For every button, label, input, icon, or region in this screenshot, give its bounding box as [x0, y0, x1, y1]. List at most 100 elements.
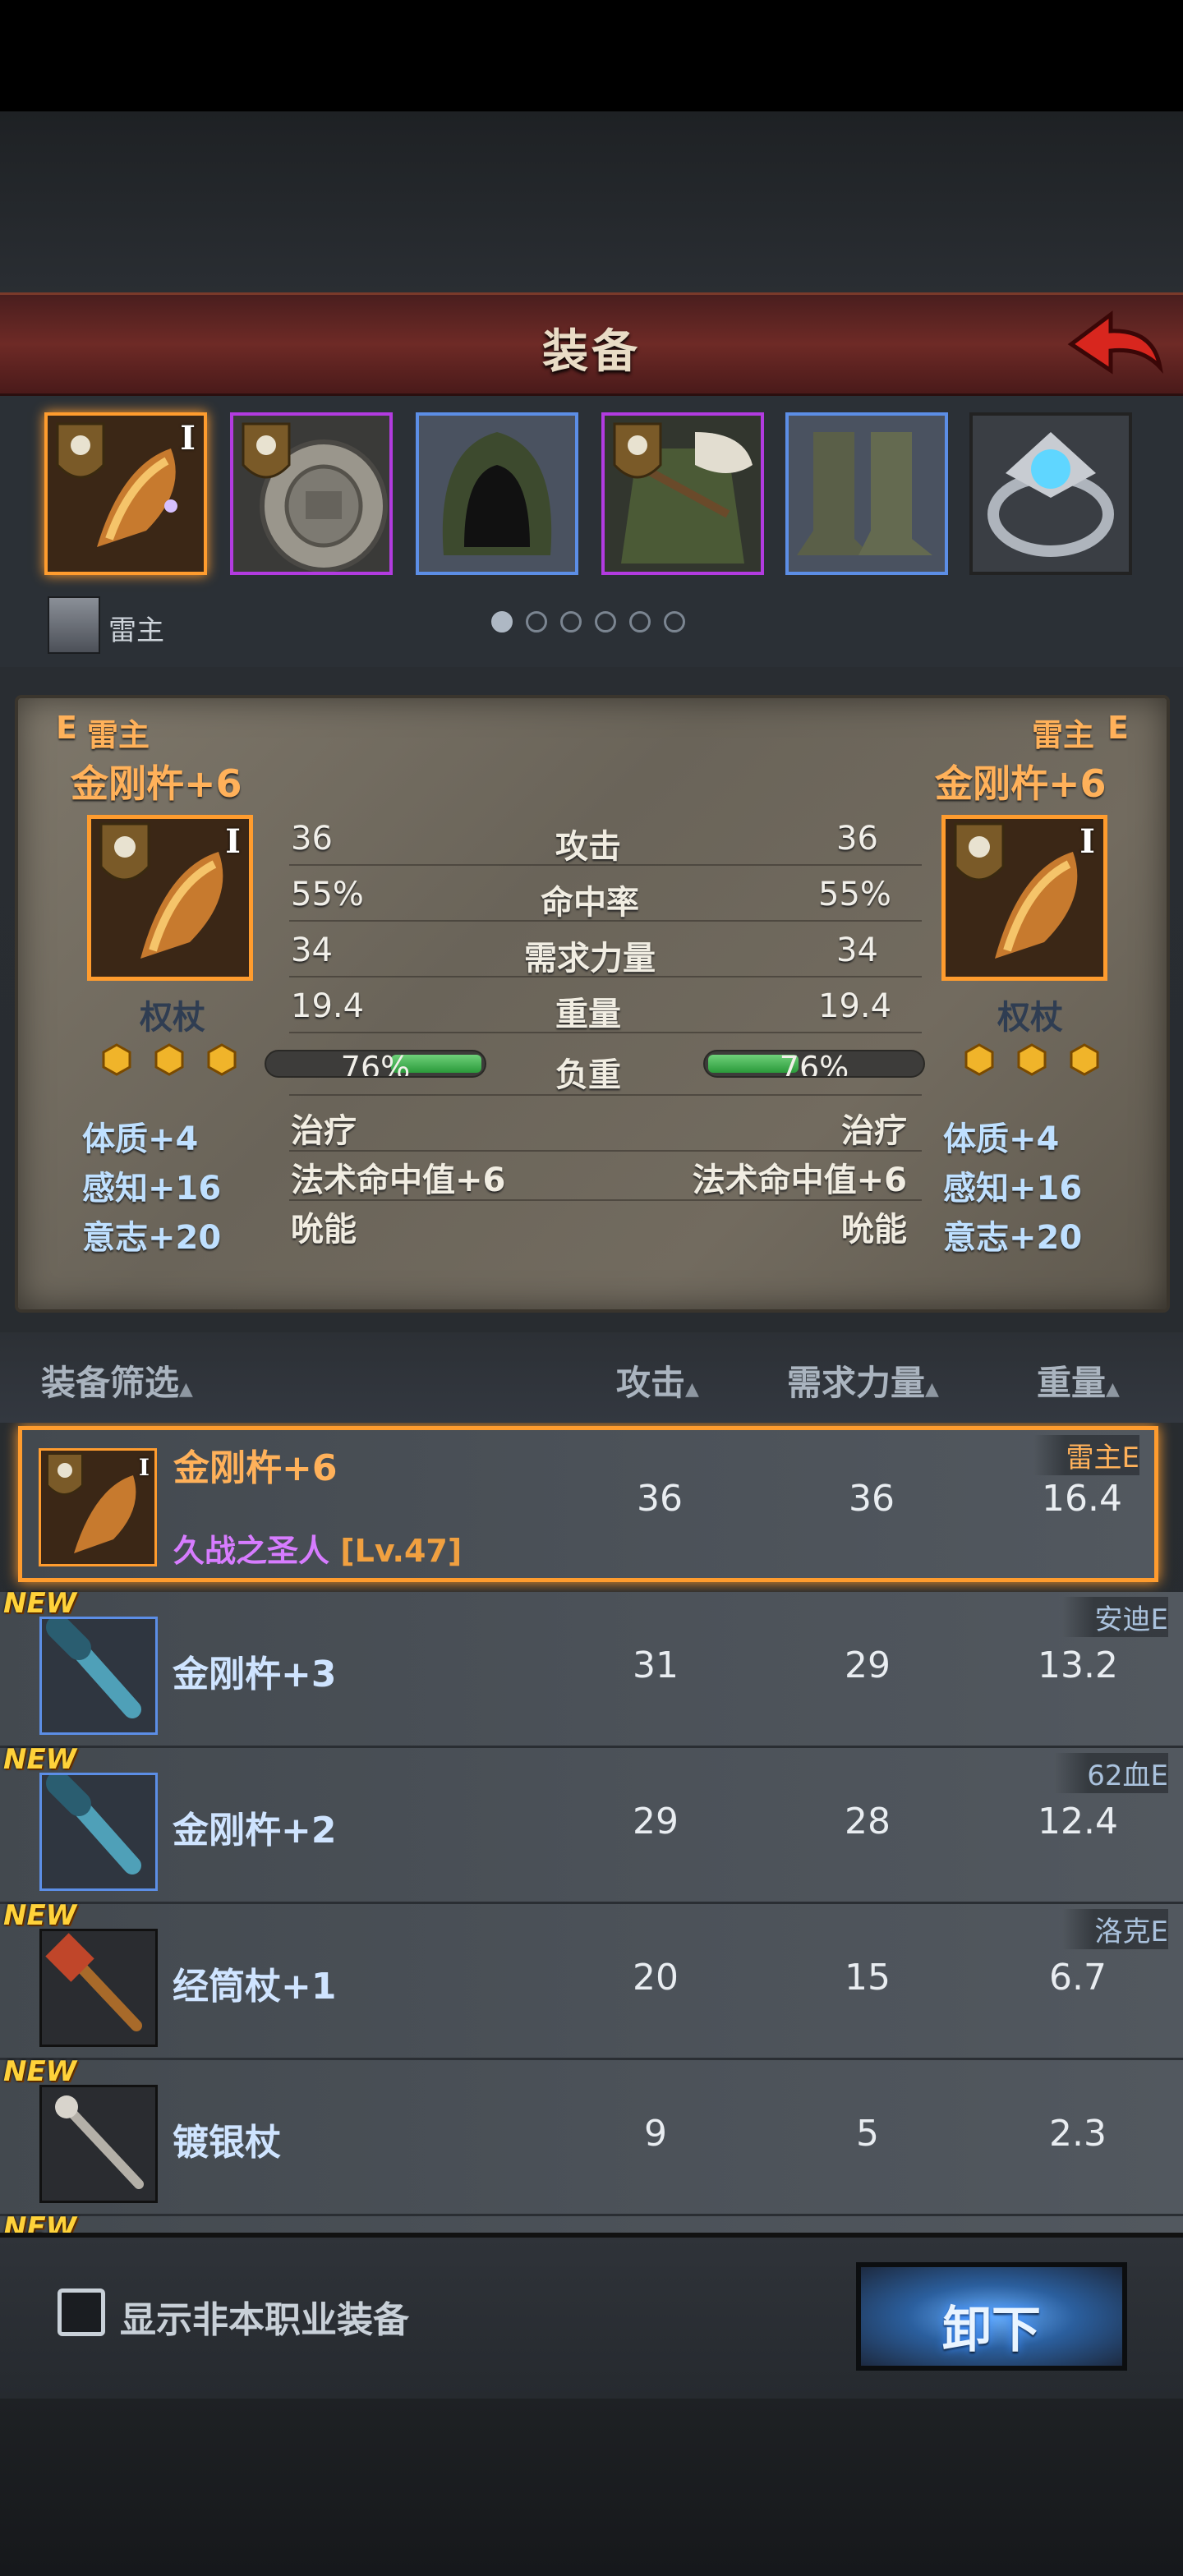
list-header: 装备筛选▲ 攻击▲ 需求力量▲ 重量▲: [0, 1332, 1183, 1423]
load-bar-left: 76%: [265, 1050, 486, 1078]
item-owner: 雷主E: [1033, 1435, 1139, 1475]
sort-attack[interactable]: 攻击▲: [616, 1355, 699, 1405]
sort-attack-label: 攻击: [616, 1363, 686, 1403]
filter-label: 装备筛选: [41, 1363, 180, 1403]
slot-weapon[interactable]: I: [44, 412, 207, 575]
set-name: 久战之圣人: [173, 1533, 330, 1569]
owner-name: 雷主: [108, 614, 164, 647]
item-icon-left: I: [87, 815, 253, 981]
show-other-class-label[interactable]: 显示非本职业装备: [120, 2290, 409, 2343]
owner-left: 雷主: [87, 717, 150, 753]
scepter-icon: [41, 1451, 154, 1564]
item-icon: [39, 1773, 158, 1891]
stat-weight-left: 19.4: [291, 987, 365, 1025]
tier-label: I: [180, 419, 196, 458]
list-item[interactable]: NEW 镀银杖 9 5 2.3: [0, 2055, 1183, 2216]
list-item[interactable]: NEW: [0, 2211, 1183, 2233]
list-item[interactable]: NEW 经筒杖+1 20 15 6.7 洛克E: [0, 1899, 1183, 2060]
tier-label: I: [138, 1454, 150, 1481]
item-owner: 62血E: [1054, 1753, 1168, 1793]
slot-ring[interactable]: [969, 412, 1132, 575]
load-label-right: 76%: [779, 1050, 849, 1078]
item-strength: 5: [856, 2113, 879, 2155]
stat-strength-left: 34: [291, 932, 333, 969]
avatar: [48, 596, 100, 654]
slot-shield[interactable]: [230, 412, 393, 575]
stat-hit-left: 55%: [291, 876, 364, 913]
filter-button[interactable]: 装备筛选▲: [41, 1355, 193, 1405]
item-name: 金刚杵+2: [173, 1810, 337, 1852]
item-name: 经筒杖+1: [173, 1966, 337, 2008]
sort-arrow-icon: ▲: [685, 1379, 699, 1400]
sort-strength[interactable]: 需求力量▲: [787, 1355, 939, 1405]
equipment-list[interactable]: I 金刚杵+6 久战之圣人 [Lv.47] 36 36 16.4 雷主E NEW…: [0, 1423, 1183, 2233]
attr-right: 意志+20: [943, 1219, 1083, 1257]
load-bar-right: 76%: [703, 1050, 925, 1078]
page-dot[interactable]: [491, 611, 513, 632]
character-owner[interactable]: 雷主: [48, 596, 294, 654]
list-item[interactable]: I 金刚杵+6 久战之圣人 [Lv.47] 36 36 16.4 雷主E: [18, 1426, 1158, 1582]
attr-left: 意志+20: [82, 1219, 222, 1257]
list-item[interactable]: NEW 金刚杵+3 31 29 13.2 安迪E: [0, 1587, 1183, 1748]
attr-right: 体质+4: [943, 1120, 1060, 1158]
gem-icon: [964, 1043, 994, 1076]
page-dot[interactable]: [595, 611, 616, 632]
sort-arrow-icon: ▲: [1106, 1379, 1120, 1400]
slot-armor[interactable]: [601, 412, 764, 575]
item-weight: 16.4: [1042, 1478, 1122, 1520]
item-owner: 安迪E: [1061, 1597, 1168, 1637]
sort-strength-label: 需求力量: [787, 1363, 926, 1403]
item-icon: I: [39, 1448, 157, 1566]
attr-left: 体质+4: [82, 1120, 199, 1158]
footer-bar: 显示非本职业装备 卸下: [0, 2233, 1183, 2399]
item-icon: [39, 1617, 158, 1735]
title-bar: 装备: [0, 292, 1183, 396]
item-icon: [39, 1929, 158, 2047]
item-strength: 15: [845, 1957, 891, 1999]
label-strength: 需求力量: [524, 940, 656, 978]
item-type-left: 权杖: [140, 999, 205, 1037]
new-badge: NEW: [3, 1899, 77, 1932]
show-other-class-checkbox[interactable]: [58, 2288, 105, 2336]
back-arrow-icon[interactable]: [1063, 308, 1167, 382]
page-dot[interactable]: [629, 611, 651, 632]
item-weight: 6.7: [1049, 1957, 1107, 1999]
new-badge: NEW: [3, 1587, 77, 1620]
item-attack: 9: [644, 2113, 667, 2155]
stat-strength-right: 34: [836, 932, 878, 969]
slot-helmet[interactable]: [416, 412, 578, 575]
unequip-button[interactable]: 卸下: [856, 2262, 1127, 2371]
compare-panel: E 雷主 金刚杵+6 I 权杖 体质+4 感知+16 意志+20 36 55% …: [15, 695, 1170, 1313]
equipped-slots: I 雷主: [0, 396, 1183, 667]
attr-left: 感知+16: [82, 1170, 222, 1208]
gem-icon: [154, 1043, 184, 1076]
set-level: [Lv.47]: [340, 1533, 463, 1569]
mace-icon: [42, 1619, 155, 1732]
page-dot[interactable]: [560, 611, 582, 632]
stat-hit-right: 55%: [818, 876, 891, 913]
gem-icon: [207, 1043, 237, 1076]
slot-boots[interactable]: [785, 412, 948, 575]
unequip-label: 卸下: [942, 2302, 1041, 2359]
label-load: 负重: [555, 1056, 621, 1094]
armor-icon: [605, 416, 761, 572]
item-name: 金刚杵+6: [173, 1447, 338, 1489]
page-dot[interactable]: [664, 611, 685, 632]
owner-right: 雷主: [1032, 717, 1095, 753]
sort-arrow-icon: ▲: [179, 1379, 193, 1400]
effect-left: 吮能: [291, 1211, 357, 1249]
stat-attack-right: 36: [836, 820, 878, 858]
equipment-screen: 装备 I 雷主 E 雷主 金刚杵+6 I 权杖 体质+4 感知+16 意志+20…: [0, 0, 1183, 2576]
item-type-right: 权杖: [997, 999, 1063, 1037]
staff-icon: [42, 2087, 155, 2201]
item-name-right: 金刚杵+6: [935, 761, 1107, 806]
list-item[interactable]: NEW 金刚杵+2 29 28 12.4 62血E: [0, 1743, 1183, 1904]
page-dot[interactable]: [526, 611, 547, 632]
sort-weight[interactable]: 重量▲: [1037, 1355, 1120, 1405]
boots-icon: [789, 416, 945, 572]
load-label-left: 76%: [340, 1050, 411, 1078]
new-badge: NEW: [3, 1743, 77, 1776]
item-weight: 2.3: [1049, 2113, 1107, 2155]
item-icon-right: I: [941, 815, 1107, 981]
item-strength: 28: [845, 1801, 891, 1842]
